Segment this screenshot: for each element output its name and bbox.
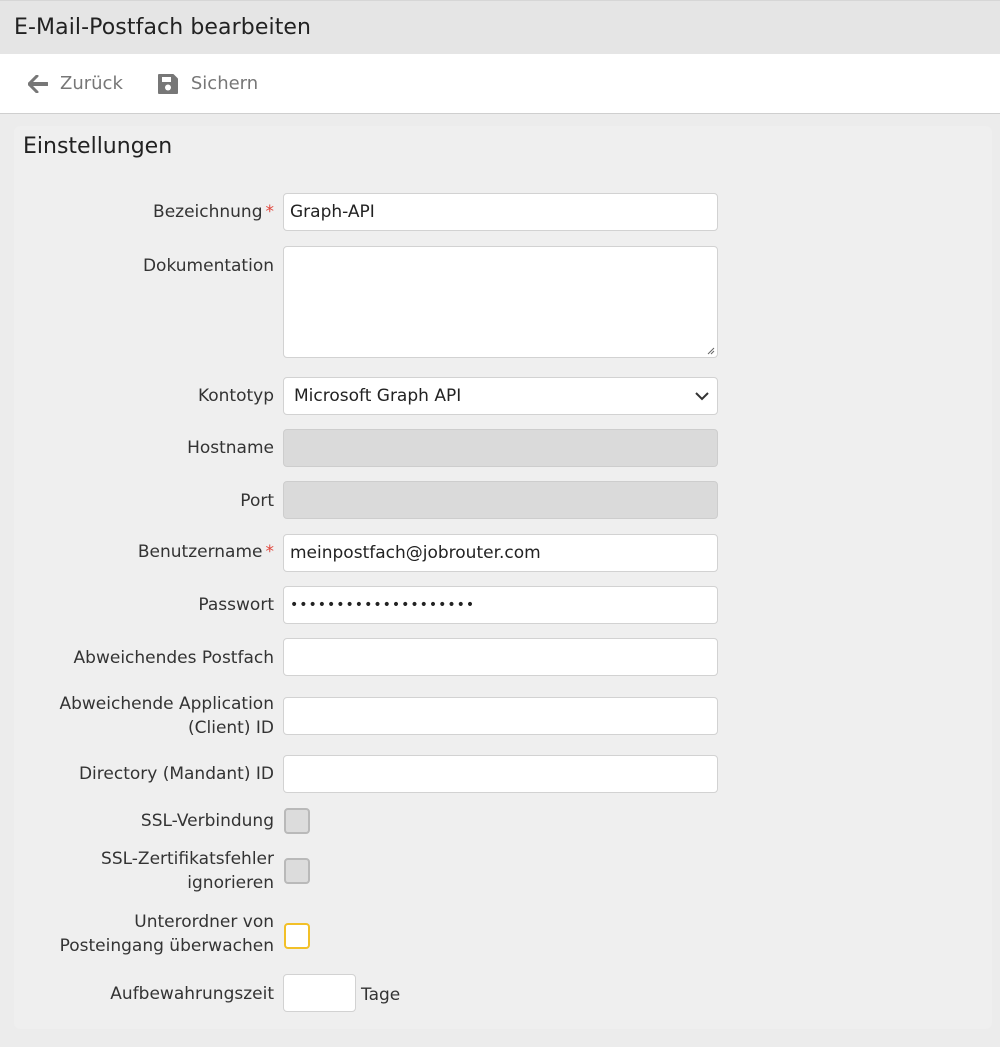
application-id-input[interactable]: [283, 697, 718, 735]
retention-unit: Tage: [361, 985, 401, 1005]
required-marker: *: [265, 202, 275, 222]
required-marker: *: [265, 542, 275, 562]
subfolders-checkbox[interactable]: [284, 923, 310, 949]
back-button[interactable]: Zurück: [28, 73, 123, 94]
kontotyp-select[interactable]: Microsoft Graph API: [283, 377, 718, 415]
back-label: Zurück: [60, 73, 123, 94]
subfolders-label: Unterordner von Posteingang überwachen: [59, 912, 274, 956]
title-bar: E-Mail-Postfach bearbeiten: [0, 0, 1000, 54]
directory-id-label: Directory (Mandant) ID: [78, 764, 274, 784]
settings-panel: Einstellungen Bezeichnung * Graph-API Dok…: [14, 126, 992, 1029]
page-title: E-Mail-Postfach bearbeiten: [14, 15, 312, 40]
arrow-left-icon: [28, 74, 48, 93]
chevron-down-icon: [695, 392, 709, 401]
toolbar: Zurück Sichern: [0, 54, 1000, 114]
port-label: Port: [240, 491, 274, 511]
hostname-input: [283, 429, 718, 467]
ssl-ignore-checkbox[interactable]: [284, 858, 310, 884]
retention-input[interactable]: [283, 974, 356, 1012]
benutzername-input[interactable]: meinpostfach@jobrouter.com: [283, 534, 718, 572]
port-input: [283, 481, 718, 519]
application-id-label: Abweichende Application (Client) ID: [59, 694, 274, 738]
abweichendes-postfach-input[interactable]: [283, 638, 718, 676]
bezeichnung-label: Bezeichnung *: [153, 202, 275, 222]
retention-label: Aufbewahrungszeit: [110, 984, 274, 1004]
abweichendes-postfach-label: Abweichendes Postfach: [73, 648, 274, 668]
floppy-disk-icon: [157, 73, 178, 94]
kontotyp-label: Kontotyp: [197, 386, 274, 406]
passwort-label: Passwort: [198, 595, 274, 615]
save-label: Sichern: [190, 73, 259, 94]
hostname-label: Hostname: [187, 438, 274, 458]
directory-id-input[interactable]: [283, 755, 718, 793]
save-button[interactable]: Sichern: [157, 73, 258, 95]
bezeichnung-input[interactable]: Graph-API: [283, 193, 718, 231]
passwort-input[interactable]: ••••••••••••••••••••: [283, 586, 718, 624]
dokumentation-label: Dokumentation: [142, 256, 274, 276]
benutzername-label: Benutzername *: [137, 542, 275, 562]
ssl-label: SSL-Verbindung: [140, 811, 274, 831]
ssl-checkbox[interactable]: [284, 808, 310, 834]
dokumentation-textarea[interactable]: [283, 246, 718, 358]
resize-grip-icon[interactable]: [705, 345, 715, 355]
panel-title: Einstellungen: [23, 134, 173, 159]
ssl-ignore-label: SSL-Zertifikatsfehler ignorieren: [101, 849, 274, 893]
